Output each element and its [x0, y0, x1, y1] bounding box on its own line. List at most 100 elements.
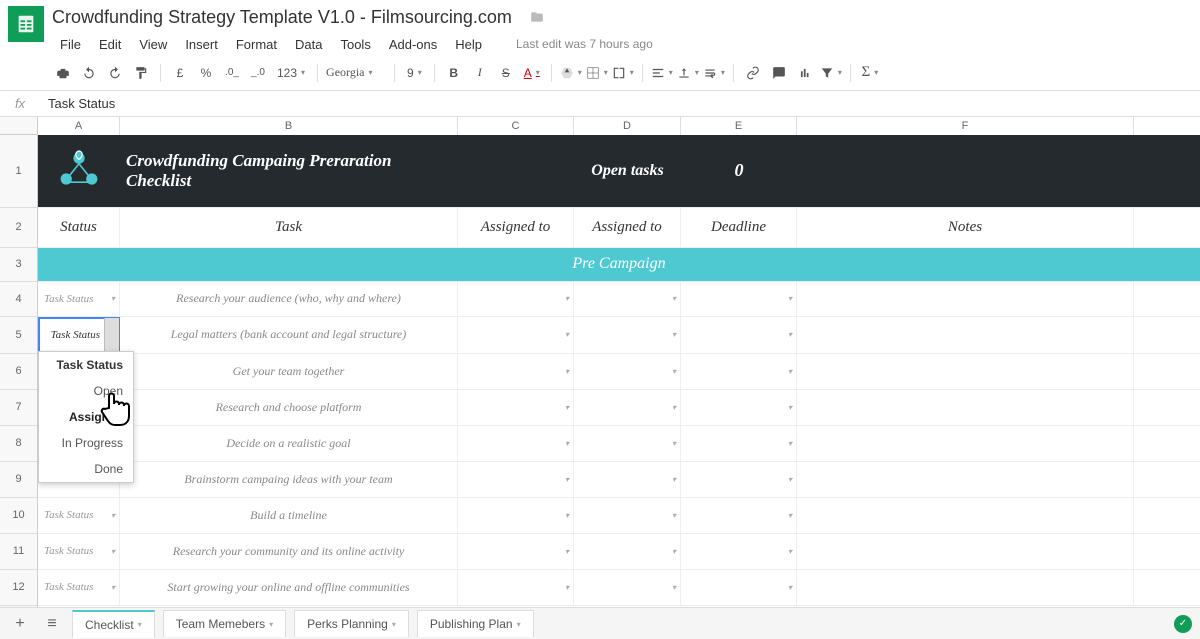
- cell[interactable]: [797, 390, 1134, 425]
- logo-cell[interactable]: [38, 135, 120, 207]
- row-header-3[interactable]: 3: [0, 248, 37, 282]
- open-tasks-label[interactable]: Open tasks: [574, 135, 681, 207]
- task-cell[interactable]: Get your team together: [120, 354, 458, 389]
- font-select[interactable]: Georgia: [326, 62, 386, 84]
- menu-view[interactable]: View: [131, 33, 175, 56]
- menu-format[interactable]: Format: [228, 33, 285, 56]
- link-icon[interactable]: [742, 62, 764, 84]
- menu-addons[interactable]: Add-ons: [381, 33, 445, 56]
- header-status[interactable]: Status: [38, 208, 120, 247]
- dropdown-option[interactable]: Open: [39, 378, 133, 404]
- task-cell[interactable]: Research your community and its online a…: [120, 534, 458, 569]
- cell[interactable]: ▾: [458, 498, 574, 533]
- cell[interactable]: ▾: [574, 534, 681, 569]
- col-header-B[interactable]: B: [120, 117, 458, 135]
- cell[interactable]: [458, 135, 574, 207]
- cell[interactable]: [797, 354, 1134, 389]
- cell[interactable]: ▾: [681, 570, 797, 605]
- cell[interactable]: ▾: [574, 390, 681, 425]
- task-cell[interactable]: Start growing your online and offline co…: [120, 570, 458, 605]
- sheets-app-icon[interactable]: [8, 6, 44, 42]
- header-task[interactable]: Task: [120, 208, 458, 247]
- row-header-1[interactable]: 1: [0, 135, 37, 208]
- bold-button[interactable]: B: [443, 62, 465, 84]
- cell[interactable]: ▾: [458, 570, 574, 605]
- active-status-cell[interactable]: Task Status Task Status Open Assigned In…: [38, 317, 120, 353]
- header-assigned-to-2[interactable]: Assigned to: [574, 208, 681, 247]
- fill-color-icon[interactable]: [560, 62, 582, 84]
- cell[interactable]: ▾: [574, 462, 681, 497]
- cell[interactable]: [797, 534, 1134, 569]
- dropdown-option[interactable]: In Progress: [39, 430, 133, 456]
- sheet-tab-team-members[interactable]: Team Memebers: [163, 610, 286, 637]
- cell[interactable]: [797, 570, 1134, 605]
- cell[interactable]: [797, 426, 1134, 461]
- cell[interactable]: ▾: [681, 317, 797, 353]
- cell[interactable]: ▾: [574, 498, 681, 533]
- v-align-icon[interactable]: [677, 62, 699, 84]
- menu-insert[interactable]: Insert: [177, 33, 226, 56]
- col-header-D[interactable]: D: [574, 117, 681, 135]
- text-color-button[interactable]: A: [521, 62, 543, 84]
- cell[interactable]: ▾: [458, 462, 574, 497]
- row-header-6[interactable]: 6: [0, 354, 37, 390]
- section-title[interactable]: Pre Campaign: [38, 248, 1200, 281]
- header-deadline[interactable]: Deadline: [681, 208, 797, 247]
- cell[interactable]: ▾: [681, 498, 797, 533]
- cell[interactable]: ▾: [458, 317, 574, 353]
- italic-button[interactable]: I: [469, 62, 491, 84]
- banner-title[interactable]: Crowdfunding Campaing Preraration Checkl…: [120, 135, 458, 207]
- merge-cells-icon[interactable]: [612, 62, 634, 84]
- cell[interactable]: ▾: [681, 390, 797, 425]
- borders-icon[interactable]: [586, 62, 608, 84]
- row-header-9[interactable]: 9: [0, 462, 37, 498]
- menu-help[interactable]: Help: [447, 33, 490, 56]
- fx-input[interactable]: Task Status: [40, 93, 1200, 114]
- row-header-10[interactable]: 10: [0, 498, 37, 534]
- cell[interactable]: ▾: [574, 354, 681, 389]
- cell[interactable]: ▾: [458, 390, 574, 425]
- status-cell[interactable]: Task Status▾: [38, 498, 120, 533]
- status-cell[interactable]: Task Status▾: [38, 534, 120, 569]
- row-header-4[interactable]: 4: [0, 282, 37, 317]
- sheet-tab-publishing-plan[interactable]: Publishing Plan: [417, 610, 534, 637]
- dec-increase-button[interactable]: _.0: [247, 62, 269, 84]
- row-header-2[interactable]: 2: [0, 208, 37, 248]
- wrap-text-icon[interactable]: [703, 62, 725, 84]
- comment-icon[interactable]: [768, 62, 790, 84]
- cell[interactable]: ▾: [681, 282, 797, 316]
- all-sheets-button[interactable]: ≡: [40, 612, 64, 636]
- status-cell[interactable]: Task Status▾: [38, 282, 120, 316]
- h-align-icon[interactable]: [651, 62, 673, 84]
- menu-data[interactable]: Data: [287, 33, 330, 56]
- col-header-A[interactable]: A: [38, 117, 120, 135]
- cell[interactable]: ▾: [574, 426, 681, 461]
- chevron-down-icon[interactable]: ▾: [672, 294, 676, 303]
- strike-button[interactable]: S: [495, 62, 517, 84]
- row-header-5[interactable]: 5: [0, 317, 37, 354]
- print-icon[interactable]: [52, 62, 74, 84]
- status-cell[interactable]: Task Status▾: [38, 570, 120, 605]
- percent-button[interactable]: %: [195, 62, 217, 84]
- cell[interactable]: ▾: [458, 354, 574, 389]
- sheet-tab-checklist[interactable]: Checklist: [72, 610, 155, 638]
- paint-format-icon[interactable]: [130, 62, 152, 84]
- cell[interactable]: ▾: [574, 282, 681, 316]
- font-size-select[interactable]: 9: [403, 62, 426, 84]
- row-header-7[interactable]: 7: [0, 390, 37, 426]
- folder-icon[interactable]: [529, 8, 545, 29]
- sheet-tab-perks-planning[interactable]: Perks Planning: [294, 610, 409, 637]
- header-notes[interactable]: Notes: [797, 208, 1134, 247]
- cell[interactable]: ▾: [574, 570, 681, 605]
- cell[interactable]: ▾: [681, 534, 797, 569]
- chevron-down-icon[interactable]: ▾: [565, 330, 569, 339]
- menu-file[interactable]: File: [52, 33, 89, 56]
- sync-status-icon[interactable]: ✓: [1174, 615, 1192, 633]
- cell[interactable]: ▾: [458, 282, 574, 316]
- dropdown-option[interactable]: Assigned: [39, 404, 133, 430]
- filter-icon[interactable]: [820, 62, 842, 84]
- task-cell[interactable]: Legal matters (bank account and legal st…: [120, 317, 458, 353]
- cell[interactable]: ▾: [574, 317, 681, 353]
- dropdown-option[interactable]: Done: [39, 456, 133, 482]
- dec-decrease-button[interactable]: .0_: [221, 62, 243, 84]
